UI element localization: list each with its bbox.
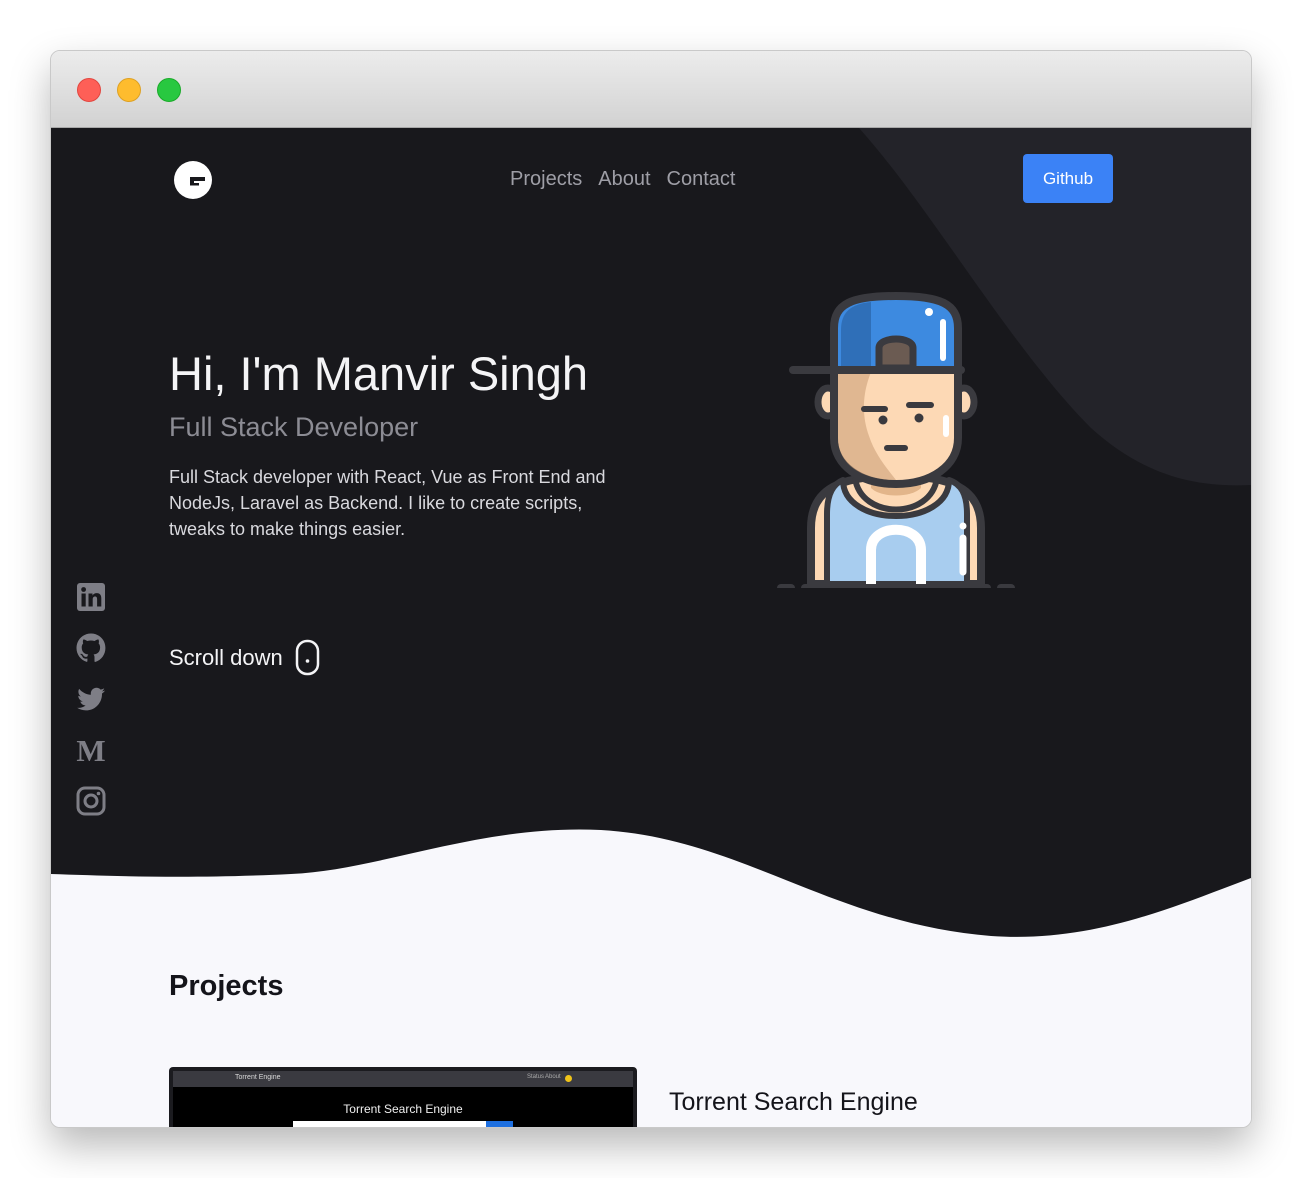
instagram-icon[interactable] <box>75 785 107 817</box>
browser-window: Projects About Contact Github Hi, I'm Ma… <box>50 50 1252 1128</box>
projects-heading: Projects <box>169 970 284 1002</box>
project-title[interactable]: Torrent Search Engine <box>669 1088 918 1117</box>
nav-link-projects[interactable]: Projects <box>510 166 582 192</box>
thumbnail-link-status: Status <box>527 1074 545 1080</box>
nav-link-about[interactable]: About <box>598 166 650 192</box>
thumbnail-body: Torrent Search Engine <box>173 1087 633 1127</box>
github-button[interactable]: Github <box>1023 154 1113 203</box>
page-viewport: Projects About Contact Github Hi, I'm Ma… <box>51 128 1251 1127</box>
nav-link-contact[interactable]: Contact <box>667 166 736 192</box>
linkedin-icon[interactable] <box>75 581 107 613</box>
svg-text:M: M <box>76 734 105 766</box>
mouse-icon <box>295 639 319 676</box>
hero-title: Hi, I'm Manvir Singh <box>169 347 589 400</box>
thumbnail-link-about: About <box>545 1074 561 1080</box>
minimize-window-button[interactable] <box>117 78 141 102</box>
thumbnail-search-button <box>486 1121 513 1127</box>
thumbnail-search-input <box>293 1121 486 1127</box>
github-icon[interactable] <box>75 632 107 664</box>
scroll-down-label: Scroll down <box>169 645 283 670</box>
close-window-button[interactable] <box>77 78 101 102</box>
window-titlebar <box>51 51 1251 128</box>
social-links: M <box>75 581 107 836</box>
hero-subtitle: Full Stack Developer <box>169 412 419 442</box>
main-nav: Projects About Contact <box>510 166 751 192</box>
thumbnail-title: Torrent Search Engine <box>343 1102 463 1116</box>
project-thumbnail[interactable]: Torrent Engine Status About Torrent Sear… <box>169 1067 637 1127</box>
site-logo[interactable] <box>173 160 213 200</box>
thumbnail-brand: Torrent Engine <box>235 1074 281 1081</box>
avatar-illustration <box>777 291 1015 588</box>
twitter-icon[interactable] <box>75 683 107 715</box>
scroll-down[interactable]: Scroll down <box>169 639 321 677</box>
thumbnail-theme-toggle <box>565 1075 572 1082</box>
thumbnail-navbar: Torrent Engine Status About <box>173 1071 633 1087</box>
medium-icon[interactable]: M <box>75 733 107 768</box>
hero-description: Full Stack developer with React, Vue as … <box>169 467 606 539</box>
maximize-window-button[interactable] <box>157 78 181 102</box>
